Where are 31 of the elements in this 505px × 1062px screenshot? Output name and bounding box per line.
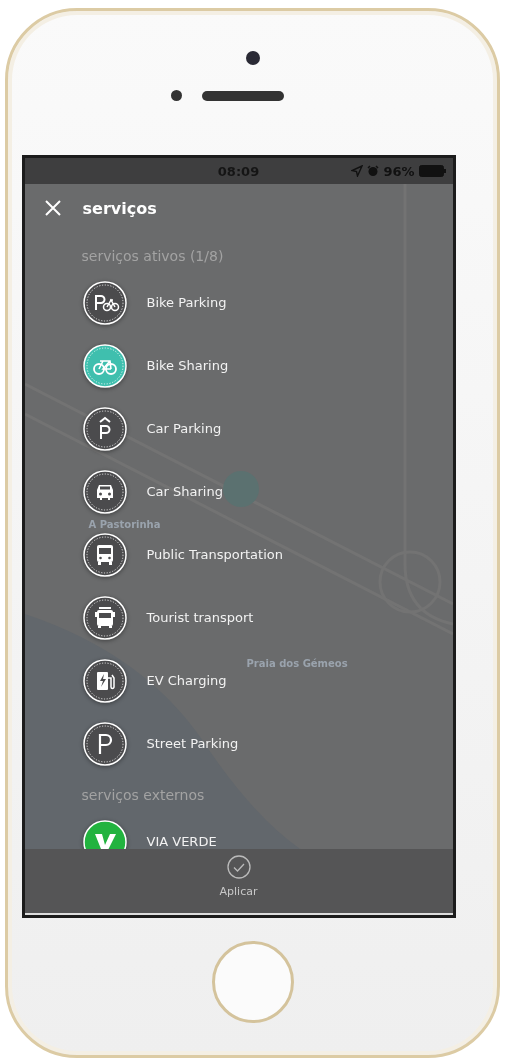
check-circle-icon xyxy=(226,855,251,879)
bike-sharing-icon[interactable] xyxy=(82,343,127,388)
map-label: Praia dos Gémeos xyxy=(246,658,348,669)
bike-parking-icon[interactable] xyxy=(82,280,127,325)
car-parking-icon[interactable] xyxy=(82,406,127,451)
sensor-icon xyxy=(171,90,182,101)
ev-icon[interactable] xyxy=(82,658,127,703)
service-label[interactable]: Bike Sharing xyxy=(146,358,229,373)
panel-title: serviços xyxy=(82,198,157,218)
bus-icon[interactable] xyxy=(82,532,127,577)
car-sharing-icon[interactable] xyxy=(82,469,127,514)
battery-icon xyxy=(418,165,447,177)
alarm-clock-icon xyxy=(367,165,380,177)
tourist-icon[interactable] xyxy=(82,595,127,640)
service-label[interactable]: Car Parking xyxy=(146,421,222,436)
service-label[interactable]: Public Transportation xyxy=(146,547,283,562)
service-label[interactable]: VIA VERDE xyxy=(146,834,217,849)
camera-icon xyxy=(245,51,260,65)
speaker-icon xyxy=(202,90,284,101)
service-label[interactable]: Car Sharing xyxy=(146,484,223,499)
section-heading: serviços ativos (1/8) xyxy=(80,247,225,266)
service-label[interactable]: EV Charging xyxy=(146,673,227,688)
service-label[interactable]: Tourist transport xyxy=(146,610,254,625)
location-arrow-icon xyxy=(351,165,364,177)
map-label: A Pastorinha xyxy=(88,519,161,530)
apply-button[interactable]: Aplicar xyxy=(209,849,268,898)
section-heading: serviços externos xyxy=(80,786,206,805)
service-label[interactable]: Street Parking xyxy=(146,736,239,751)
street-parking-icon[interactable] xyxy=(82,721,127,766)
service-label[interactable]: Bike Parking xyxy=(146,295,227,310)
close-icon[interactable] xyxy=(43,199,62,217)
